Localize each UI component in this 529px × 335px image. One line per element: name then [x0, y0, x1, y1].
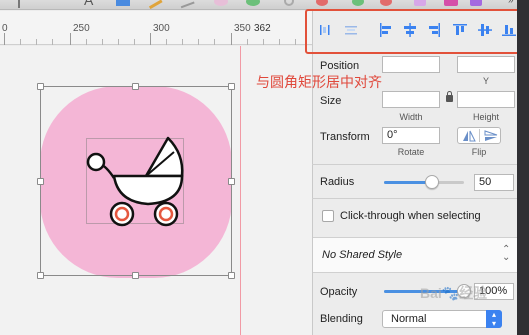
flip-divider	[479, 129, 480, 142]
section-divider	[312, 164, 517, 165]
ruler-tick	[134, 39, 135, 45]
size-label: Size	[320, 95, 342, 107]
ruler-tick	[86, 39, 87, 45]
ruler-tick	[166, 39, 167, 45]
vector-tool-icon[interactable]	[179, 0, 195, 9]
resize-handle-bottom-right[interactable]	[228, 272, 235, 279]
select-arrows-icon: ▴ ▾	[486, 310, 502, 328]
rotate-field[interactable]: 0°	[382, 127, 440, 144]
radius-slider[interactable]	[384, 175, 464, 189]
ruler-tick	[295, 39, 296, 45]
ruler-tick	[263, 39, 264, 45]
resize-handle-right[interactable]	[228, 178, 235, 185]
scale-tool-icon[interactable]	[316, 0, 328, 6]
horizontal-ruler: 0 250 300 350 362	[0, 11, 312, 45]
clickthrough-checkbox[interactable]	[322, 210, 334, 222]
symbol-tool-icon[interactable]	[246, 0, 260, 6]
clickthrough-label: Click-through when selecting	[340, 210, 481, 222]
shared-style-selector[interactable]: No Shared Style ⌃ ⌄	[313, 237, 517, 273]
pencil-tool-icon[interactable]	[147, 0, 163, 9]
resize-handle-top[interactable]	[132, 83, 139, 90]
ruler-tick	[102, 39, 103, 45]
section-divider	[312, 198, 517, 199]
blending-value: Normal	[391, 313, 427, 325]
resize-handle-top-left[interactable]	[37, 83, 44, 90]
resize-handle-bottom[interactable]	[132, 272, 139, 279]
view-tool-icon[interactable]	[470, 0, 482, 6]
blending-label: Blending	[320, 313, 363, 325]
resize-handle-bottom-left[interactable]	[37, 272, 44, 279]
position-x-field[interactable]	[382, 56, 440, 73]
union-tool-icon[interactable]	[352, 0, 364, 6]
flip-vertical-icon[interactable]	[484, 130, 498, 142]
width-label: Width	[399, 112, 423, 122]
blending-select[interactable]: Normal ▴ ▾	[382, 310, 502, 328]
watermark-logo: Bai🐾经验	[420, 285, 488, 301]
position-y-label: Y	[482, 76, 489, 86]
ruler-tick	[150, 33, 151, 45]
rotate-label: Rotate	[397, 147, 425, 157]
lock-shackle	[447, 91, 452, 96]
resize-handle-left[interactable]	[37, 178, 44, 185]
height-field[interactable]	[457, 91, 515, 108]
ruler-tick	[20, 39, 21, 45]
ruler-guide-label: 362	[254, 23, 271, 34]
ruler-tick	[279, 39, 280, 45]
oval-tool-icon[interactable]	[214, 0, 228, 6]
lock-icon[interactable]	[446, 95, 453, 102]
ruler-tick	[118, 39, 119, 45]
vertical-guide-line[interactable]	[240, 46, 241, 335]
flip-label: Flip	[471, 147, 487, 157]
ruler-tick	[36, 39, 37, 45]
toolbar-divider	[18, 0, 20, 8]
radius-slider-knob[interactable]	[425, 175, 439, 189]
image-tool-icon[interactable]	[116, 0, 130, 6]
ruler-tick	[52, 39, 53, 45]
mask-tool-icon[interactable]	[284, 0, 294, 6]
radius-field[interactable]: 50	[474, 174, 514, 191]
ruler-tick	[247, 39, 248, 45]
intersect-tool-icon[interactable]	[414, 0, 426, 6]
shared-style-label: No Shared Style	[322, 249, 403, 261]
ruler-tick	[214, 39, 215, 45]
alignment-highlight-box	[305, 9, 520, 54]
ruler-tick	[198, 39, 199, 45]
subtract-tool-icon[interactable]	[380, 0, 392, 6]
difference-tool-icon[interactable]	[444, 0, 458, 6]
flip-horizontal-icon[interactable]	[462, 130, 476, 142]
window-edge	[517, 0, 529, 335]
chevron-updown-icon: ⌃ ⌄	[502, 244, 511, 263]
ruler-tick	[4, 33, 5, 45]
resize-handle-top-right[interactable]	[228, 83, 235, 90]
ruler-label: 350	[234, 23, 251, 34]
ruler-tick	[70, 33, 71, 45]
annotation-text: 与圆角矩形居中对齐	[256, 75, 382, 91]
ruler-label: 300	[153, 23, 170, 34]
transform-label: Transform	[320, 131, 370, 143]
height-label: Height	[472, 112, 499, 122]
text-tool-icon[interactable]: A	[84, 0, 98, 8]
ruler-tick	[182, 39, 183, 45]
opacity-label: Opacity	[320, 286, 358, 298]
ruler-tick	[231, 33, 232, 45]
radius-label: Radius	[320, 176, 355, 188]
width-field[interactable]	[382, 91, 440, 108]
ruler-label: 250	[73, 23, 90, 34]
position-y-field[interactable]	[457, 56, 515, 73]
flip-buttons	[457, 127, 501, 144]
position-label: Position	[320, 60, 360, 72]
baby-stroller-icon[interactable]	[84, 132, 194, 232]
